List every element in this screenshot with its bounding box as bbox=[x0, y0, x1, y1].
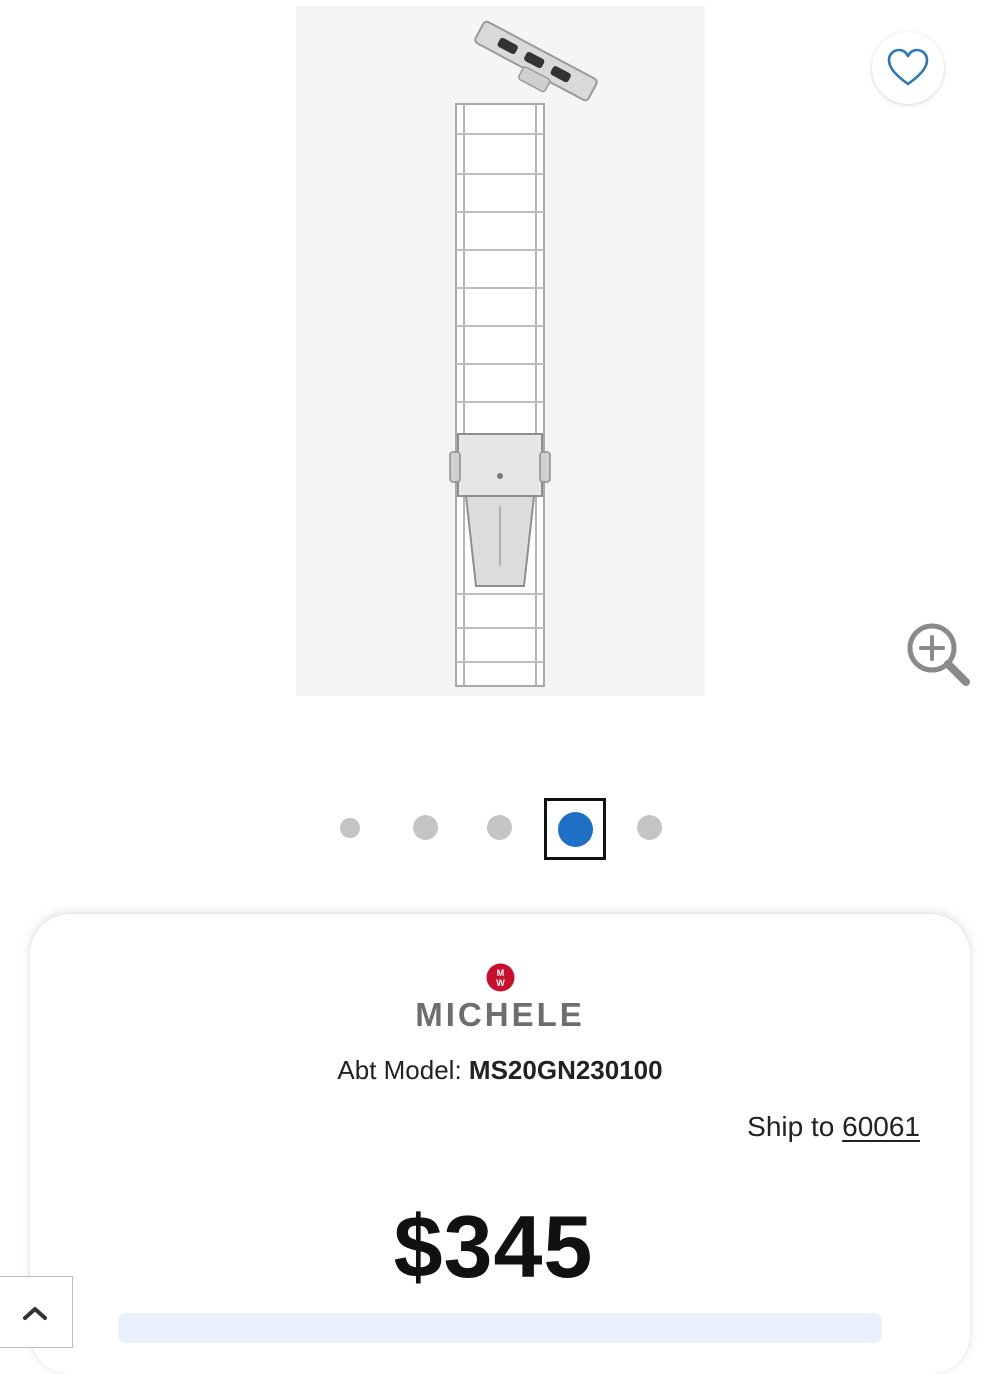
zoom-button[interactable] bbox=[904, 620, 974, 690]
svg-text:W: W bbox=[496, 978, 505, 988]
carousel-dot-4-active[interactable] bbox=[544, 798, 606, 860]
chevron-up-icon bbox=[23, 1307, 47, 1320]
brand-logo: M W bbox=[486, 963, 515, 992]
promo-banner bbox=[118, 1313, 882, 1343]
carousel-indicator bbox=[0, 798, 1000, 860]
model-value: MS20GN230100 bbox=[468, 1055, 663, 1085]
product-price: $345 bbox=[393, 1197, 594, 1296]
carousel-dot-2[interactable] bbox=[413, 815, 438, 840]
active-dot bbox=[557, 811, 593, 847]
favorite-button[interactable] bbox=[872, 32, 944, 104]
svg-text:M: M bbox=[497, 968, 505, 978]
model-number: Abt Model: MS20GN230100 bbox=[0, 1055, 1000, 1086]
carousel-dot-3[interactable] bbox=[487, 815, 512, 840]
product-image[interactable] bbox=[296, 6, 705, 696]
zoom-in-icon bbox=[907, 623, 970, 686]
brand-name[interactable]: MICHELE bbox=[0, 996, 1000, 1034]
watch-band-illustration bbox=[449, 20, 598, 687]
back-to-top-button[interactable] bbox=[0, 1276, 73, 1348]
carousel-dot-1[interactable] bbox=[340, 818, 360, 838]
ship-to: Ship to 60061 bbox=[747, 1111, 920, 1143]
model-label: Abt Model: bbox=[337, 1055, 462, 1085]
michele-logo-icon: M W bbox=[486, 963, 515, 992]
ship-to-label: Ship to bbox=[747, 1111, 835, 1142]
zip-code-link[interactable]: 60061 bbox=[842, 1111, 920, 1142]
carousel-dot-5[interactable] bbox=[637, 815, 662, 840]
heart-outline-icon bbox=[887, 48, 929, 86]
